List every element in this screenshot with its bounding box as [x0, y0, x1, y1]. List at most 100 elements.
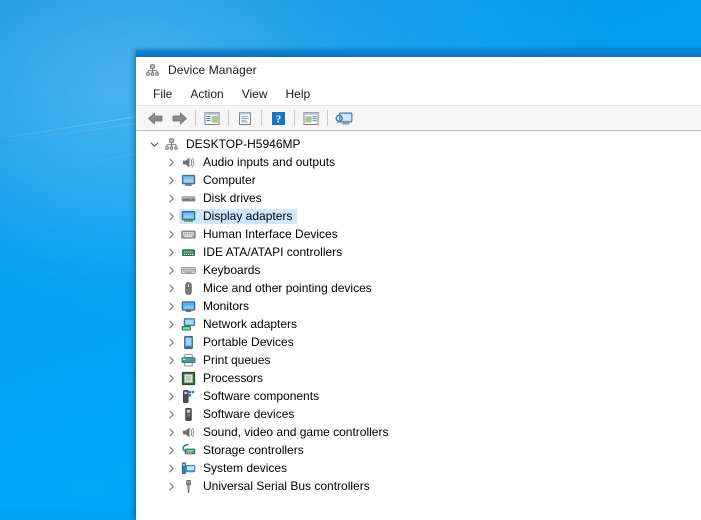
- chevron-right-icon[interactable]: [163, 410, 179, 419]
- tree-item-label: Display adapters: [201, 209, 294, 223]
- tree-item-keyboards[interactable]: Keyboards: [136, 261, 701, 279]
- forward-arrow-icon: [171, 111, 188, 126]
- tree-item-label: Disk drives: [201, 191, 264, 205]
- tree-item-software-components[interactable]: Software components: [136, 387, 701, 405]
- chevron-right-icon[interactable]: [163, 338, 179, 347]
- show-hide-action-pane-button[interactable]: [299, 108, 323, 129]
- tree-item-human-interface-devices[interactable]: Human Interface Devices: [136, 225, 701, 243]
- chevron-right-icon[interactable]: [163, 392, 179, 401]
- tree-item-label: Universal Serial Bus controllers: [201, 479, 372, 493]
- tree-item-computer[interactable]: Computer: [136, 171, 701, 189]
- tree-item-label: Computer: [201, 173, 258, 187]
- disk-drive-icon: [179, 191, 197, 206]
- tree-item-system-devices[interactable]: System devices: [136, 459, 701, 477]
- window-accent-bar: [136, 50, 701, 57]
- toolbar-separator: [294, 110, 295, 126]
- selection-highlight: Display adapters: [179, 209, 297, 224]
- mouse-icon: [179, 281, 197, 296]
- back-button[interactable]: [143, 108, 167, 129]
- software-device-icon: [179, 407, 197, 422]
- tree-item-print-queues[interactable]: Print queues: [136, 351, 701, 369]
- tree-item-label: Print queues: [201, 353, 272, 367]
- toolbar-separator: [261, 110, 262, 126]
- window-title: Device Manager: [168, 63, 257, 77]
- tree-item-portable-devices[interactable]: Portable Devices: [136, 333, 701, 351]
- system-device-icon: [179, 461, 197, 476]
- portable-device-icon: [179, 335, 197, 350]
- forward-button[interactable]: [167, 108, 191, 129]
- tree-item-label: System devices: [201, 461, 289, 475]
- tree-item-universal-serial-bus-controllers[interactable]: Universal Serial Bus controllers: [136, 477, 701, 495]
- tree-root-node[interactable]: DESKTOP-H5946MP: [136, 135, 701, 153]
- chevron-right-icon[interactable]: [163, 230, 179, 239]
- menu-help[interactable]: Help: [277, 85, 320, 104]
- chevron-right-icon[interactable]: [163, 284, 179, 293]
- hid-icon: [179, 227, 197, 242]
- title-bar[interactable]: Device Manager: [136, 57, 701, 83]
- network-adapter-icon: [179, 317, 197, 332]
- tree-item-audio-inputs-and-outputs[interactable]: Audio inputs and outputs: [136, 153, 701, 171]
- chevron-right-icon[interactable]: [163, 356, 179, 365]
- menu-view[interactable]: View: [233, 85, 277, 104]
- chevron-right-icon[interactable]: [163, 212, 179, 221]
- help-icon: ?: [271, 111, 286, 126]
- tree-item-label: Human Interface Devices: [201, 227, 340, 241]
- chevron-right-icon[interactable]: [163, 176, 179, 185]
- svg-text:?: ?: [275, 113, 281, 125]
- menu-action[interactable]: Action: [181, 85, 232, 104]
- chevron-right-icon[interactable]: [163, 482, 179, 491]
- tree-item-software-devices[interactable]: Software devices: [136, 405, 701, 423]
- chevron-right-icon[interactable]: [163, 302, 179, 311]
- chevron-right-icon[interactable]: [163, 446, 179, 455]
- ide-controller-icon: [179, 245, 197, 260]
- scan-for-hardware-changes-icon: [335, 111, 353, 126]
- device-manager-icon: [145, 63, 160, 78]
- chevron-right-icon[interactable]: [163, 158, 179, 167]
- chevron-right-icon[interactable]: [163, 464, 179, 473]
- toolbar-separator: [228, 110, 229, 126]
- properties-button[interactable]: [233, 108, 257, 129]
- tree-item-label: IDE ATA/ATAPI controllers: [201, 245, 344, 259]
- chevron-right-icon[interactable]: [163, 320, 179, 329]
- tree-item-monitors[interactable]: Monitors: [136, 297, 701, 315]
- tree-item-display-adapters[interactable]: Display adapters: [136, 207, 701, 225]
- chevron-down-icon[interactable]: [146, 140, 162, 149]
- speaker-icon: [179, 155, 197, 170]
- tree-item-label: Sound, video and game controllers: [201, 425, 390, 439]
- tree-item-network-adapters[interactable]: Network adapters: [136, 315, 701, 333]
- tree-item-label: Keyboards: [201, 263, 262, 277]
- show-hide-console-tree-button[interactable]: [200, 108, 224, 129]
- sound-controller-icon: [179, 425, 197, 440]
- tree-item-mice-and-other-pointing-devices[interactable]: Mice and other pointing devices: [136, 279, 701, 297]
- tree-item-processors[interactable]: Processors: [136, 369, 701, 387]
- usb-controller-icon: [179, 479, 197, 494]
- menu-file[interactable]: File: [144, 85, 181, 104]
- chevron-right-icon[interactable]: [163, 266, 179, 275]
- toolbar: ?: [136, 106, 701, 131]
- computer-root-icon: [162, 137, 180, 152]
- printer-icon: [179, 353, 197, 368]
- properties-icon: [237, 111, 253, 126]
- tree-item-label: Network adapters: [201, 317, 299, 331]
- monitor-icon: [179, 173, 197, 188]
- scan-for-hardware-changes-button[interactable]: [332, 108, 356, 129]
- monitor-blue-icon: [179, 299, 197, 314]
- tree-item-disk-drives[interactable]: Disk drives: [136, 189, 701, 207]
- tree-item-storage-controllers[interactable]: Storage controllers: [136, 441, 701, 459]
- help-button[interactable]: ?: [266, 108, 290, 129]
- tree-item-sound-video-and-game-controllers[interactable]: Sound, video and game controllers: [136, 423, 701, 441]
- software-component-icon: [179, 389, 197, 404]
- device-tree[interactable]: DESKTOP-H5946MP Audio inputs and outputs: [136, 131, 701, 520]
- tree-item-label: Software components: [201, 389, 321, 403]
- tree-item-ide-ata-atapi-controllers[interactable]: IDE ATA/ATAPI controllers: [136, 243, 701, 261]
- tree-item-label: Storage controllers: [201, 443, 306, 457]
- menu-bar: File Action View Help: [136, 83, 701, 106]
- chevron-right-icon[interactable]: [163, 248, 179, 257]
- tree-item-label: Processors: [201, 371, 265, 385]
- tree-item-label: Audio inputs and outputs: [201, 155, 337, 169]
- keyboard-icon: [179, 263, 197, 278]
- chevron-right-icon[interactable]: [163, 194, 179, 203]
- show-hide-console-tree-icon: [204, 111, 220, 126]
- chevron-right-icon[interactable]: [163, 428, 179, 437]
- chevron-right-icon[interactable]: [163, 374, 179, 383]
